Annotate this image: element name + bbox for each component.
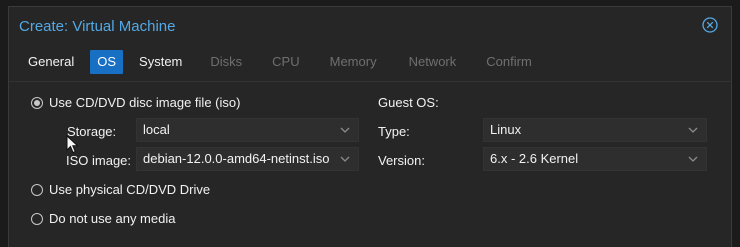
os-type-select[interactable]: Linux [483, 118, 707, 142]
os-version-value: 6.x - 2.6 Kernel [490, 151, 579, 166]
guest-os-heading: Guest OS: [378, 95, 439, 110]
option-iso-radio[interactable] [31, 96, 43, 109]
option-iso-label: Use CD/DVD disc image file (iso) [49, 95, 241, 110]
chevron-down-icon [340, 156, 350, 162]
option-none-radio[interactable] [31, 212, 43, 225]
storage-select[interactable]: local [136, 118, 359, 142]
option-iso-row[interactable]: Use CD/DVD disc image file (iso) [31, 95, 240, 110]
option-none-label: Do not use any media [49, 211, 176, 226]
option-none-row[interactable]: Do not use any media [31, 211, 175, 226]
dialog-titlebar: Create: Virtual Machine [9, 7, 731, 45]
iso-image-label: ISO image: [66, 153, 132, 168]
os-version-label: Version: [378, 153, 425, 168]
tab-memory: Memory [329, 54, 377, 69]
os-type-label: Type: [378, 124, 410, 139]
tab-disks: Disks [210, 54, 243, 69]
close-icon[interactable] [702, 17, 718, 33]
mouse-pointer-icon [66, 135, 79, 154]
create-vm-dialog: Create: Virtual Machine General OS Syste… [8, 6, 732, 247]
tab-os[interactable]: OS [90, 50, 124, 74]
chevron-down-icon [688, 156, 698, 162]
chevron-down-icon [688, 127, 698, 133]
tab-system[interactable]: System [131, 50, 190, 74]
iso-image-value: debian-12.0.0-amd64-netinst.iso [143, 151, 330, 166]
os-type-value: Linux [490, 122, 522, 137]
os-version-select[interactable]: 6.x - 2.6 Kernel [483, 147, 707, 171]
iso-image-select[interactable]: debian-12.0.0-amd64-netinst.iso [136, 147, 359, 171]
chevron-down-icon [340, 127, 350, 133]
option-physical-row[interactable]: Use physical CD/DVD Drive [31, 182, 210, 197]
option-physical-radio[interactable] [31, 183, 43, 196]
wizard-tabs: General OS System Disks CPU Memory Netwo… [19, 50, 542, 74]
tab-cpu: CPU [272, 54, 300, 69]
storage-value: local [143, 122, 170, 137]
dialog-title: Create: Virtual Machine [19, 18, 176, 35]
tabs-divider [9, 81, 731, 82]
option-physical-label: Use physical CD/DVD Drive [49, 182, 211, 197]
tab-general[interactable]: General [19, 50, 82, 74]
tab-confirm: Confirm [486, 54, 532, 69]
tab-network: Network [408, 54, 457, 69]
